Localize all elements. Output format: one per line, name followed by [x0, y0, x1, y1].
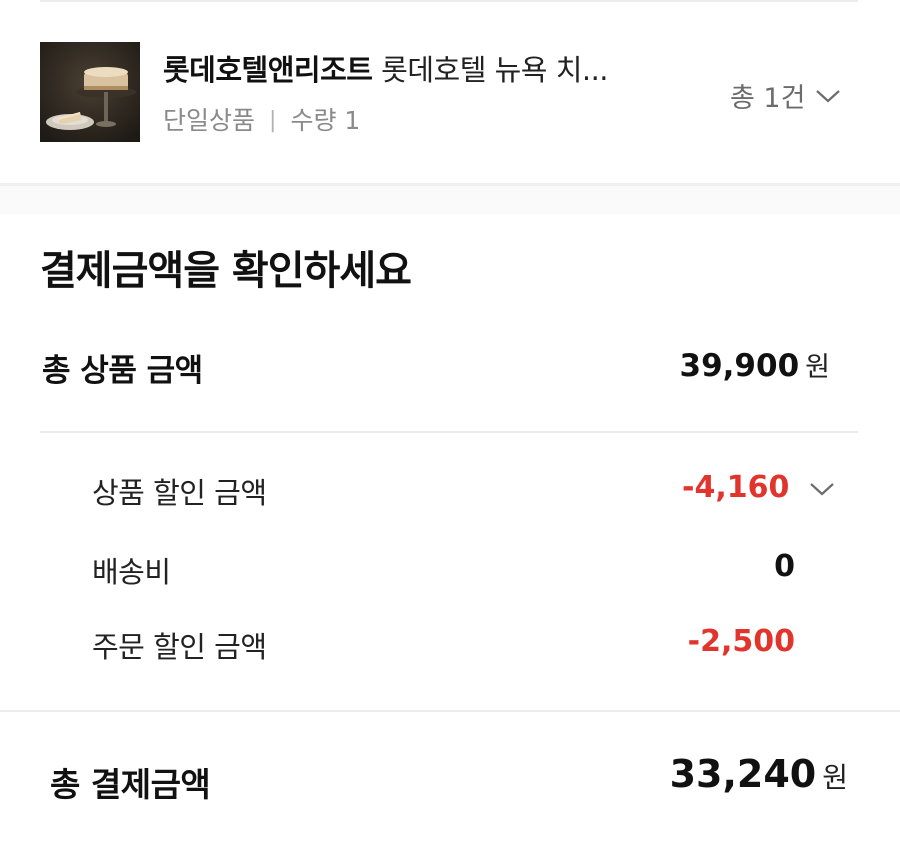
shipping-amount: 0 — [774, 549, 795, 584]
product-discount-amount[interactable]: -4,160 — [682, 470, 835, 505]
chevron-down-icon — [809, 470, 835, 505]
grand-total-label: 총 결제금액 — [50, 765, 211, 804]
payment-summary-title: 결제금액을 확인하세요 — [40, 248, 412, 294]
product-quantity: 수량 1 — [290, 106, 361, 135]
total-product-amount: 39,900 원 — [680, 345, 830, 384]
shipping-label: 배송비 — [92, 555, 171, 589]
shipping-value: 0 — [774, 549, 795, 584]
total-count-label: 총 1건 — [730, 83, 806, 114]
product-brand: 롯데호텔앤리조트 — [163, 53, 373, 87]
meta-separator: | — [269, 108, 277, 133]
total-product-label: 총 상품 금액 — [42, 353, 203, 389]
product-option: 단일상품 — [163, 106, 256, 135]
grand-total-amount: 33,240 원 — [670, 752, 848, 796]
product-meta: 단일상품 | 수량 1 — [163, 104, 360, 138]
section-gap — [0, 186, 900, 214]
grand-total-value: 33,240 — [669, 752, 817, 796]
order-discount-label: 주문 할인 금액 — [92, 630, 267, 664]
product-thumbnail[interactable] — [40, 42, 140, 142]
product-discount-value: -4,160 — [682, 470, 790, 505]
product-title[interactable]: 롯데호텔앤리조트 롯데호텔 뉴욕 치... — [163, 52, 683, 88]
total-divider — [0, 710, 900, 712]
order-discount-amount: -2,500 — [688, 624, 795, 659]
cheesecake-image — [40, 42, 140, 142]
total-count-toggle[interactable]: 총 1건 — [730, 76, 841, 115]
chevron-down-icon — [815, 80, 841, 111]
order-discount-value: -2,500 — [687, 624, 795, 659]
currency-label: 원 — [822, 761, 848, 794]
top-divider — [40, 0, 858, 2]
total-product-value: 39,900 — [679, 348, 800, 384]
currency-label: 원 — [805, 352, 830, 383]
product-discount-label: 상품 할인 금액 — [92, 476, 267, 510]
product-name: 롯데호텔 뉴욕 치... — [381, 53, 609, 87]
summary-divider — [40, 431, 858, 433]
